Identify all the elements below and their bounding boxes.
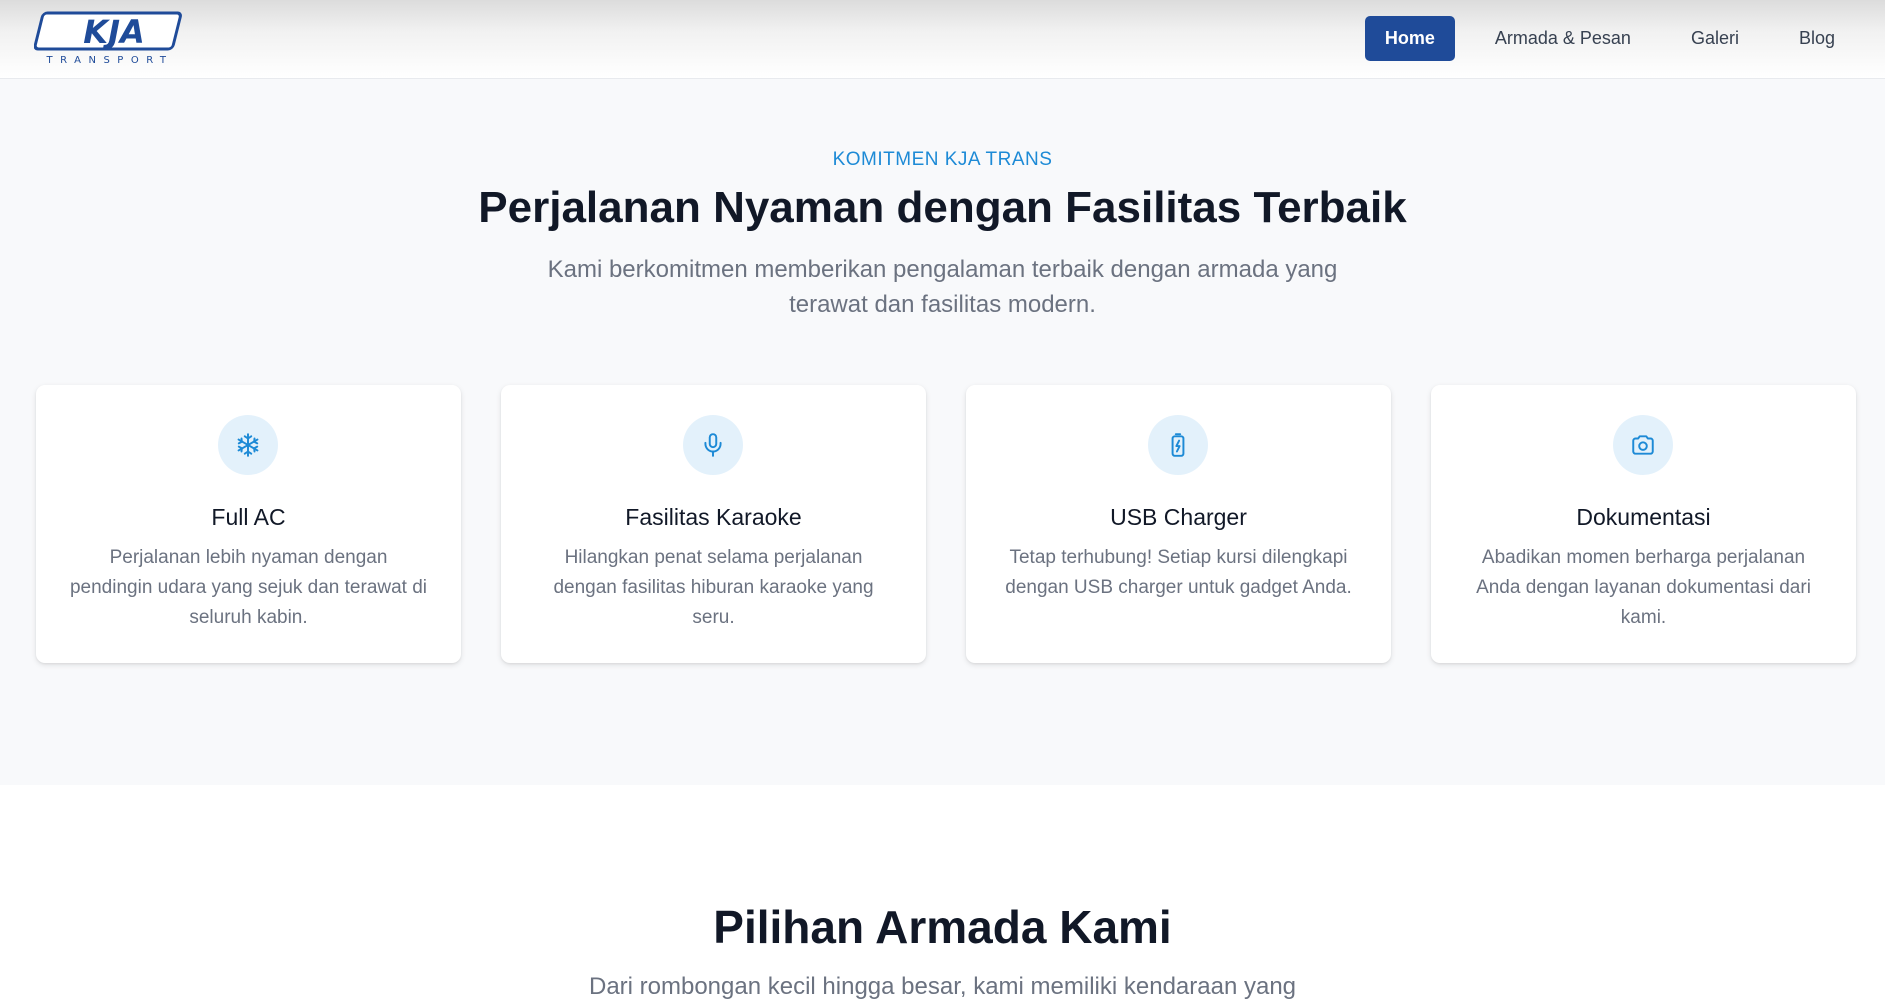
feature-description: Perjalanan lebih nyaman dengan pendingin… xyxy=(69,547,428,628)
feature-card-dokumentasi: Dokumentasi Abadikan momen berharga perj… xyxy=(1431,385,1856,663)
feature-title: Full AC xyxy=(211,504,286,530)
feature-description: Tetap terhubung! Setiap kursi dilengkapi… xyxy=(1005,547,1352,598)
battery-charging-icon xyxy=(1148,415,1208,475)
nav-armada-pesan[interactable]: Armada & Pesan xyxy=(1475,16,1651,61)
feature-title: USB Charger xyxy=(1110,504,1247,530)
nav-home[interactable]: Home xyxy=(1364,16,1455,61)
section-subtitle: Kami berkomitmen memberikan pengalaman t… xyxy=(547,256,1338,318)
fleet-section-title: Pilihan Armada Kami xyxy=(713,901,1172,953)
feature-card-usb-charger: USB Charger Tetap terhubung! Setiap kurs… xyxy=(966,385,1391,663)
microphone-icon xyxy=(683,415,743,475)
feature-title: Dokumentasi xyxy=(1576,504,1711,530)
snowflake-icon xyxy=(218,415,278,475)
site-header: KJA TRANSPORT Home Armada & Pesan Galeri… xyxy=(0,0,1885,79)
section-title: Perjalanan Nyaman dengan Fasilitas Terba… xyxy=(478,183,1407,232)
svg-text:TRANSPORT: TRANSPORT xyxy=(45,55,173,66)
camera-icon xyxy=(1613,415,1673,475)
nav-galeri[interactable]: Galeri xyxy=(1671,16,1759,61)
main-nav: Home Armada & Pesan Galeri Blog xyxy=(1345,16,1855,61)
feature-card-karaoke: Fasilitas Karaoke Hilangkan penat selama… xyxy=(501,385,926,663)
feature-description: Abadikan momen berharga perjalanan Anda … xyxy=(1476,547,1811,628)
feature-title: Fasilitas Karaoke xyxy=(625,504,802,530)
fleet-section-subtitle: Dari rombongan kecil hingga besar, kami … xyxy=(588,973,1297,1000)
section-eyebrow: KOMITMEN KJA TRANS xyxy=(832,149,1053,170)
features-section: KOMITMEN KJA TRANS Perjalanan Nyaman den… xyxy=(0,79,1885,785)
feature-description: Hilangkan penat selama perjalanan dengan… xyxy=(553,547,874,628)
svg-text:KJA: KJA xyxy=(83,13,144,51)
feature-card-full-ac: Full AC Perjalanan lebih nyaman dengan p… xyxy=(36,385,461,663)
kja-transport-logo[interactable]: KJA TRANSPORT xyxy=(34,10,186,66)
nav-blog[interactable]: Blog xyxy=(1779,16,1855,61)
